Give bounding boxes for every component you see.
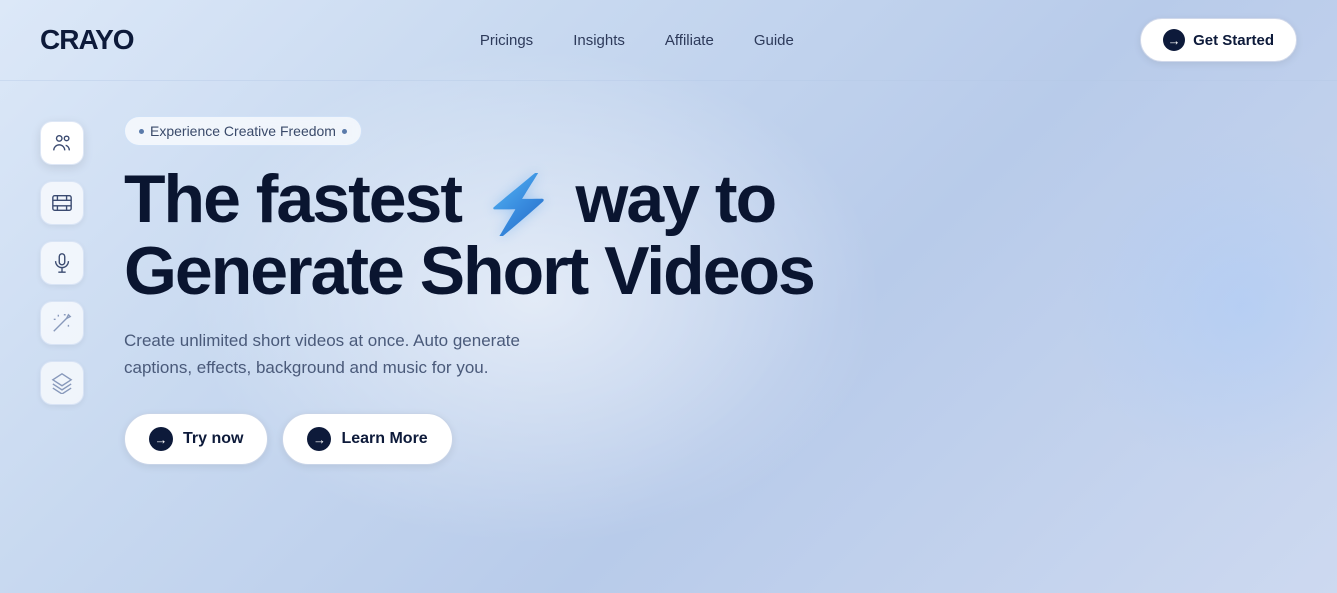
- sidebar-icons: [40, 111, 84, 465]
- navbar: CRAYO Pricings Insights Affiliate Guide …: [0, 0, 1337, 81]
- hero-headline: The fastest ⚡ way to Generate Short Vide…: [124, 164, 874, 307]
- tagline-text: Experience Creative Freedom: [150, 123, 336, 139]
- learn-more-arrow-icon: →: [307, 427, 331, 451]
- lightning-icon: ⚡: [482, 173, 555, 236]
- mic-svg-icon: [51, 252, 73, 274]
- sidebar-wand-icon[interactable]: [40, 301, 84, 345]
- get-started-label: Get Started: [1193, 32, 1274, 49]
- try-now-button[interactable]: → Try now: [124, 413, 268, 465]
- sidebar-layers-icon[interactable]: [40, 361, 84, 405]
- headline-part2: way to: [559, 161, 776, 237]
- dot-left: [139, 129, 144, 134]
- nav-pricings[interactable]: Pricings: [462, 24, 551, 57]
- users-svg-icon: [51, 132, 73, 154]
- nav-links: Pricings Insights Affiliate Guide: [462, 24, 812, 57]
- headline-part1: The fastest: [124, 161, 478, 237]
- hero-section: Experience Creative Freedom The fastest …: [124, 111, 1297, 465]
- tagline-badge: Experience Creative Freedom: [124, 116, 362, 146]
- headline-part3: Generate Short Videos: [124, 233, 814, 309]
- try-now-arrow-icon: →: [149, 427, 173, 451]
- get-started-arrow-icon: →: [1163, 29, 1185, 51]
- main-content: Experience Creative Freedom The fastest …: [0, 81, 1337, 465]
- try-now-label: Try now: [183, 430, 243, 448]
- logo: CRAYO: [40, 24, 134, 56]
- film-svg-icon: [51, 192, 73, 214]
- layers-svg-icon: [51, 372, 73, 394]
- nav-guide[interactable]: Guide: [736, 24, 812, 57]
- sidebar-film-icon[interactable]: [40, 181, 84, 225]
- nav-affiliate[interactable]: Affiliate: [647, 24, 732, 57]
- learn-more-label: Learn More: [341, 430, 427, 448]
- cta-buttons: → Try now → Learn More: [124, 413, 1297, 465]
- sidebar-mic-icon[interactable]: [40, 241, 84, 285]
- learn-more-button[interactable]: → Learn More: [282, 413, 452, 465]
- nav-insights[interactable]: Insights: [555, 24, 643, 57]
- hero-subtext: Create unlimited short videos at once. A…: [124, 327, 584, 381]
- page-wrapper: CRAYO Pricings Insights Affiliate Guide …: [0, 0, 1337, 593]
- dot-right: [342, 129, 347, 134]
- get-started-button[interactable]: → Get Started: [1140, 18, 1297, 62]
- wand-svg-icon: [51, 312, 73, 334]
- sidebar-users-icon[interactable]: [40, 121, 84, 165]
